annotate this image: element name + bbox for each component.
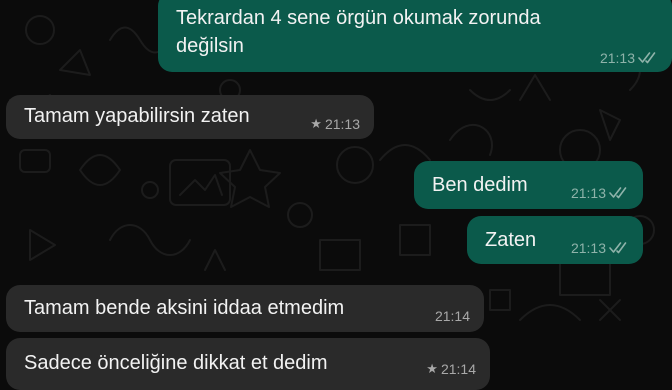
message-time: 21:14 [434,308,470,324]
message-meta: 21:13 [571,185,629,201]
message-text-line: Tekrardan 4 sene örgün okumak zorunda [176,7,541,29]
message-time: 21:13 [570,185,606,201]
message-incoming[interactable]: Tamam bende aksini iddaa etmedim 21:14 [6,285,484,332]
message-outgoing[interactable]: Zaten 21:13 [467,216,643,264]
message-time: 21:13 [324,116,360,132]
star-icon: ★ [310,116,322,131]
double-check-icon [609,187,627,199]
double-check-icon [638,52,656,64]
message-meta: 21:13 [600,50,658,66]
message-meta: ★ 21:13 [310,116,360,132]
message-outgoing[interactable]: Tekrardan 4 sene örgün okumak zorunda de… [158,0,672,72]
message-meta: 21:14 [435,308,470,324]
message-text: Tamam yapabilirsin zaten [24,105,250,127]
message-meta: 21:13 [571,240,629,256]
double-check-icon [609,242,627,254]
message-time: 21:13 [570,240,606,256]
message-text: Zaten [485,229,537,251]
message-incoming[interactable]: Sadece önceliğine dikkat et dedim ★ 21:1… [6,338,490,390]
message-time: 21:13 [599,50,635,66]
message-time: 21:14 [440,361,476,377]
message-incoming[interactable]: Tamam yapabilirsin zaten ★ 21:13 [6,95,374,139]
star-icon: ★ [426,361,438,376]
message-text: Tamam bende aksini iddaa etmedim [24,297,345,319]
message-text-line: değilsin [176,35,244,57]
message-outgoing[interactable]: Ben dedim 21:13 [414,161,643,209]
message-meta: ★ 21:14 [426,361,476,377]
message-text: Sadece önceliğine dikkat et dedim [24,352,328,374]
message-text: Ben dedim [432,174,528,196]
